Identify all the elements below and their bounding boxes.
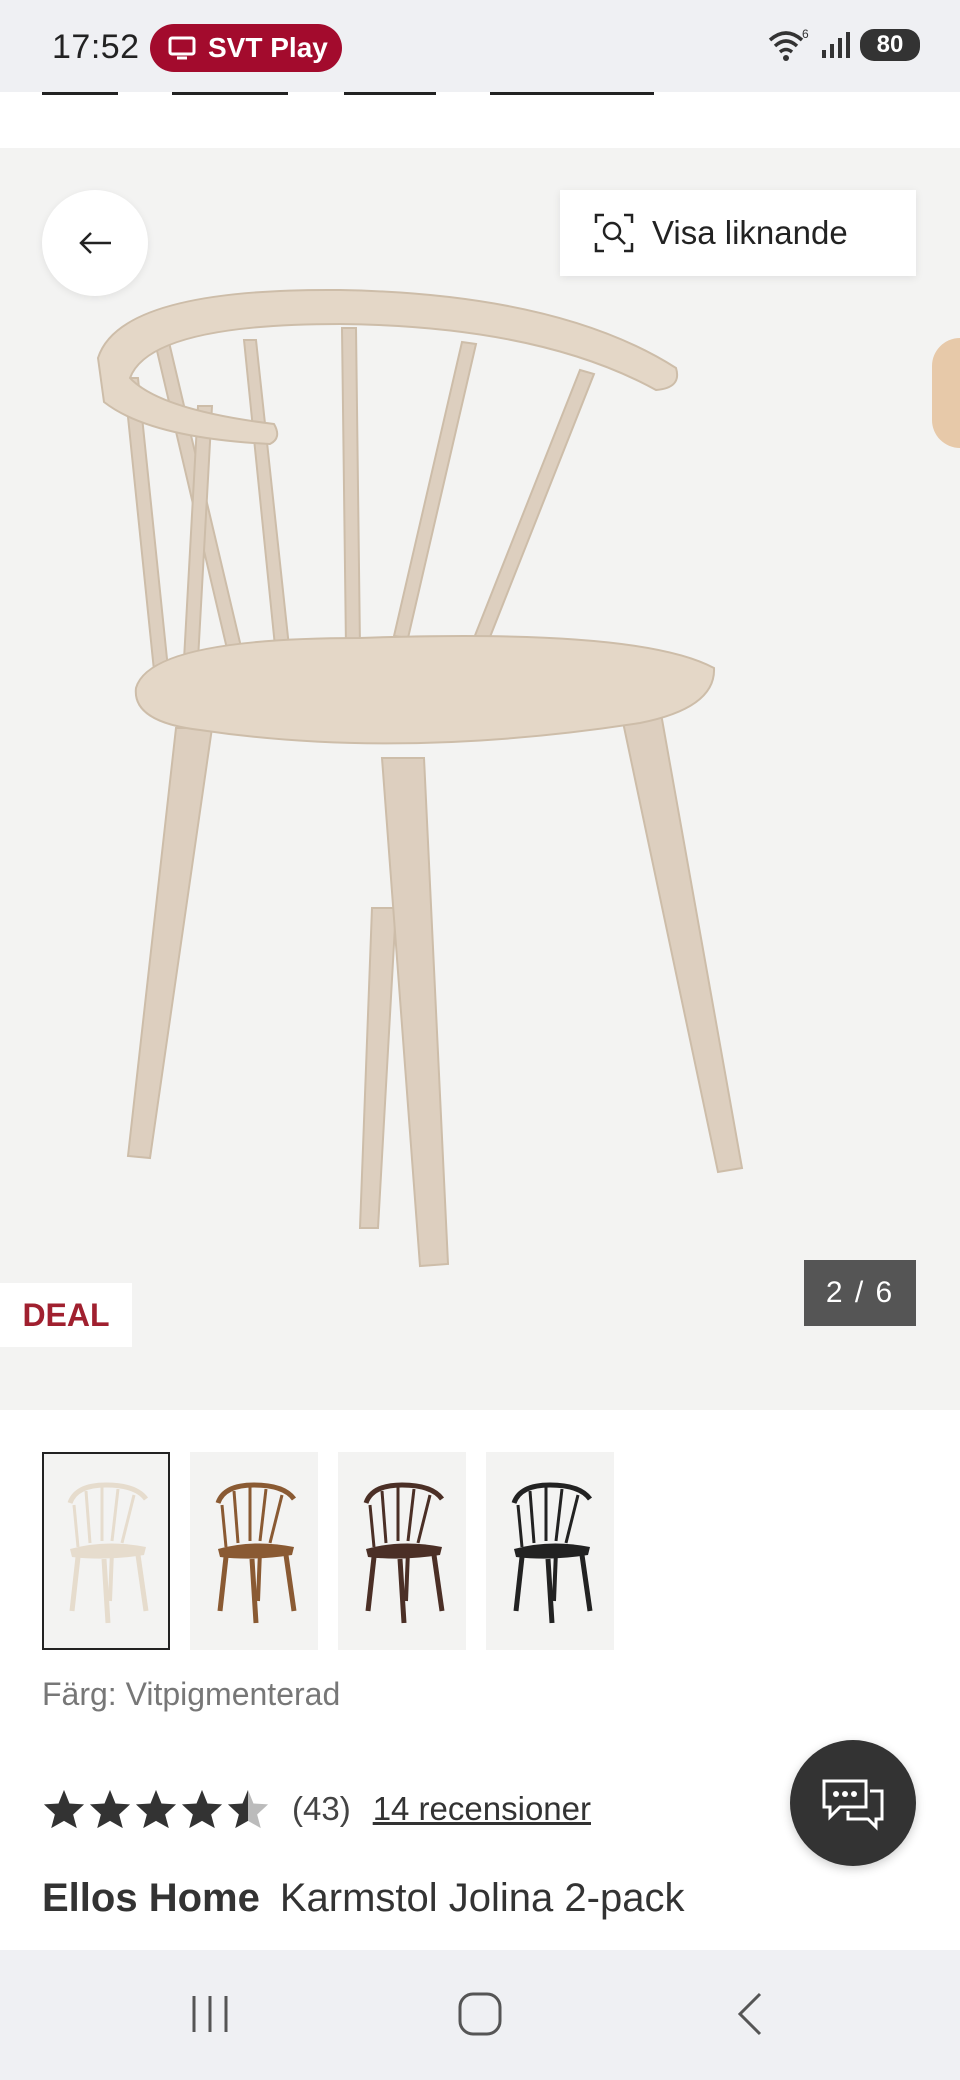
top-nav-strip	[0, 92, 960, 148]
back-button[interactable]	[42, 190, 148, 296]
battery-indicator: 80	[860, 29, 920, 61]
nav-underline	[344, 92, 436, 95]
variant-thumbnail-black[interactable]	[486, 1452, 614, 1650]
chat-bubbles-icon	[822, 1779, 884, 1831]
star-icon	[43, 1789, 85, 1829]
visa-liknande-button[interactable]: Visa liknande	[560, 190, 916, 276]
system-back-button[interactable]	[710, 1984, 790, 2044]
svt-play-pill[interactable]: SVT Play	[150, 24, 342, 72]
product-title: Ellos Home Karmstol Jolina 2-pack	[42, 1876, 684, 1921]
star-rating	[42, 1788, 270, 1830]
chair-thumbnail-image	[215, 1482, 297, 1624]
home-button[interactable]	[440, 1984, 520, 2044]
android-nav-bar	[0, 1950, 960, 2080]
next-image-peek	[932, 338, 960, 448]
status-bar: 17:52 SVT Play 6 80	[0, 0, 960, 92]
nav-underline	[42, 92, 118, 95]
chair-thumbnail-image	[511, 1482, 593, 1624]
reviews-link[interactable]: 14 recensioner	[373, 1790, 591, 1828]
signal-icon	[822, 32, 850, 58]
chair-thumbnail-image	[363, 1482, 445, 1624]
tv-icon	[168, 36, 196, 60]
product-image-carousel[interactable]: Visa liknande DEAL 2 / 6	[0, 148, 960, 1410]
star-icon	[181, 1789, 223, 1829]
arrow-left-icon	[79, 232, 111, 254]
recents-icon	[192, 1996, 228, 2032]
star-icon	[89, 1789, 131, 1829]
home-icon	[458, 1992, 502, 2036]
product-brand[interactable]: Ellos Home	[42, 1876, 260, 1920]
star-icon	[135, 1789, 177, 1829]
rating-row: (43) 14 recensioner	[42, 1788, 591, 1830]
visual-search-icon	[594, 213, 634, 253]
nav-underline	[172, 92, 288, 95]
wifi-badge: 6	[802, 28, 809, 41]
star-icon	[227, 1789, 269, 1829]
chair-image	[96, 288, 744, 1268]
svt-play-label: SVT Play	[208, 32, 328, 63]
wifi-icon: 6	[768, 28, 809, 61]
product-name: Karmstol Jolina 2-pack	[279, 1876, 685, 1920]
visa-liknande-label: Visa liknande	[652, 214, 848, 251]
color-variant-thumbnails	[42, 1452, 614, 1650]
recents-button[interactable]	[170, 1984, 250, 2044]
variant-thumbnail-dark-brown[interactable]	[338, 1452, 466, 1650]
chair-thumbnail-image	[67, 1482, 149, 1624]
status-icons: 6 80	[766, 28, 920, 62]
deal-badge: DEAL	[0, 1283, 132, 1347]
variant-thumbnail-brown[interactable]	[190, 1452, 318, 1650]
rating-count: (43)	[292, 1790, 351, 1827]
nav-underline	[490, 92, 654, 95]
chat-button[interactable]	[790, 1740, 916, 1866]
back-chevron-icon	[737, 1992, 762, 2036]
variant-thumbnail-vitpigmenterad[interactable]	[42, 1452, 170, 1650]
image-counter: 2 / 6	[804, 1260, 916, 1326]
status-time: 17:52	[52, 28, 140, 66]
color-label: Färg: Vitpigmenterad	[42, 1676, 341, 1712]
